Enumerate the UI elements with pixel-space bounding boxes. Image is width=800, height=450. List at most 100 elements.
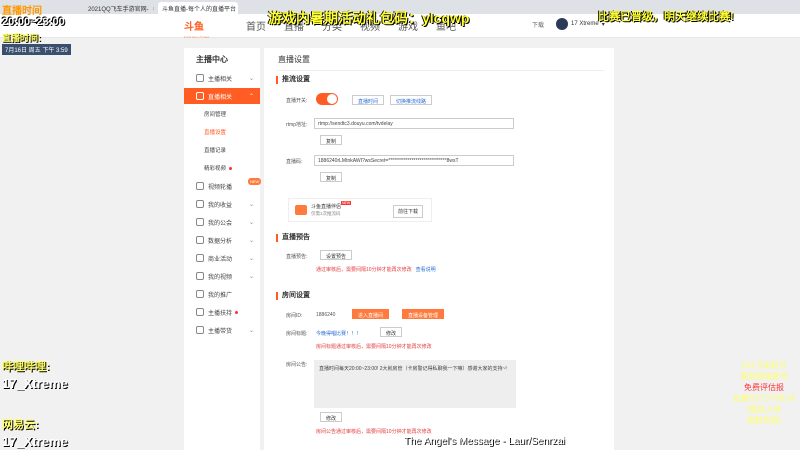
overlay-netease-value: 17_Xtreme [2,434,68,449]
page: 主播中心 主播相关 ⌄ 直播相关 ⌃ 房间管理 直播设置 直播记录 精彩视频 视频轮… [0,38,800,450]
overlay-live-time-label: 直播时间 [2,6,42,17]
sub-label: 精彩视频 [204,166,227,172]
sidebar-item-label: 视频轮播 [208,184,233,191]
copy-code-button[interactable]: 复制 [320,172,343,182]
copy-rtmp-button[interactable]: 复制 [320,135,343,145]
red-dot-icon [229,167,233,171]
overlay-bilibili-label: 哔哩哔哩: [2,361,50,373]
sidebar-item-analytics[interactable]: 数据分析 ⌄ [184,232,260,248]
tab-label: 斗鱼直播-每个人的直播平台 [162,7,236,13]
stream-code-label: 直播码: [286,159,303,165]
room-title-value: 今晚得唱比赛！！！ [316,331,362,337]
qq-line: 其他游戏账号 [740,372,788,381]
sidebar-title: 主播中心 [196,55,228,64]
download-link[interactable]: 下载 [532,20,544,29]
sidebar-sub-records[interactable]: 直播记录 [204,146,226,154]
overlay-race-status: 比赛已晋级，明天继续比赛! [598,11,734,23]
sidebar: 主播中心 主播相关 ⌄ 直播相关 ⌃ 房间管理 直播设置 直播记录 精彩视频 视频轮… [184,48,262,450]
sidebar-item-label: 直播相关 [208,94,233,101]
red-dot-icon [235,310,239,314]
sidebar-item-label: 我的推广 [208,292,233,299]
chevron-down-icon: ⌄ [248,201,254,208]
chart-icon [196,236,204,244]
chevron-down-icon: ⌄ [248,327,254,334]
sidebar-item-video-loop[interactable]: 视频轮播 NEW [184,178,262,194]
notice-note: 房间公告通过审核后，需要间隔10分钟才能再次修改 [316,429,432,435]
download-button[interactable]: 前往下载 [393,205,424,218]
section-push-title: 推流设置 [276,76,310,84]
companion-desc: 仅需1次推流码 [311,211,341,216]
live-toggle[interactable] [316,93,338,105]
sidebar-sub-room[interactable]: 房间管理 [204,110,226,118]
overlay-now-playing: The Angel's Message - Laur/Senrzai [404,436,565,447]
wallet-icon [196,200,204,208]
edit-notice-button[interactable]: 修改 [320,412,343,422]
sidebar-item-label: 主播相关 [208,76,233,83]
qq-line: 加群咨询) [746,416,782,425]
overlay-netease-label: 网易云: [2,419,39,431]
overlay-gift-code: 游戏内暑期活动礼包码：ylcqwp [268,10,470,26]
sidebar-item-shop[interactable]: 主播带货 ⌄ [184,322,260,338]
companion-title: 斗鱼直播伴侣 [311,204,342,210]
browser-tab[interactable]: 2021QQ飞车手游官网- × [84,2,154,14]
switch-line-button[interactable]: 切换推流线路 [390,95,433,105]
room-id-value: 1886240 [316,312,336,318]
chevron-down-icon: ⌄ [248,219,254,226]
avatar [556,18,568,30]
overlay-date: 7月16日 周五 下午 3:59 [2,44,71,55]
sidebar-item-support[interactable]: 主播扶持 [184,304,260,320]
notice-label: 房间公告: [286,362,308,368]
sidebar-item-live[interactable]: 直播相关 ⌃ [184,88,260,104]
chevron-down-icon: ⌄ [248,75,254,82]
companion-app-card: 斗鱼直播伴侣 NEW 仅需1次推流码 前往下载 [288,198,432,222]
camera-icon [295,205,307,215]
sidebar-item-promote[interactable]: 我的推广 [184,286,260,302]
guild-icon [196,218,204,226]
sidebar-item-label: 主播扶持 [208,310,233,317]
qq-line: 扣群557378924 [733,394,795,403]
close-icon[interactable]: × [153,7,154,13]
sidebar-item-my-videos[interactable]: 我的视频 ⌄ [184,268,260,284]
section-preview-title: 直播预告 [276,234,310,242]
rtmp-address-field[interactable]: rtmp://sendtc3.douyu.com/tvdelay [314,118,514,129]
shop-icon [196,326,204,334]
view-help-link[interactable]: 查看说明 [416,267,436,273]
video-icon [196,182,204,190]
browser-tab-active[interactable]: 斗鱼直播-每个人的直播平台× [158,2,238,14]
set-preview-button[interactable]: 设置预告 [320,250,353,260]
notice-textarea[interactable]: 直播时间每天20:00~23:00! 2大就房管（卡房警记得私聊我一下嘛）感谢大… [314,360,516,408]
sidebar-item-label: 主播带货 [208,328,233,335]
douyu-logo[interactable]: 斗鱼 DOUYU.COM [184,17,224,40]
enter-room-button[interactable]: 进入直播间 [352,309,390,319]
edit-title-button[interactable]: 修改 [380,327,403,337]
live-time-button[interactable]: 直播时间 [352,95,385,105]
sidebar-item-label: 商业活动 [208,256,233,263]
username: 17 Xtreme [571,21,599,27]
sidebar-sub-settings[interactable]: 直播设置 [204,128,226,136]
new-badge: NEW [248,178,262,185]
title-note: 房间标题通过审核后，需要间隔10分钟才能再次修改 [316,344,432,350]
room-title-label: 房间标题: [286,331,308,337]
device-manage-button[interactable]: 直播设备管理 [402,309,445,319]
stream-code-field[interactable]: 1886240rLMtnkAWI?wsSecret=**************… [314,155,514,166]
chevron-down-icon: ⌄ [248,255,254,262]
sidebar-item-income[interactable]: 我的收益 ⌄ [184,196,260,212]
sidebar-item-label: 我的视频 [208,274,233,281]
sidebar-item-anchor[interactable]: 主播相关 ⌄ [184,70,260,86]
nav-home[interactable]: 首页 [246,18,266,33]
business-icon [196,254,204,262]
overlay-time-range: 20:00~23:00 [2,16,65,28]
qq-line: 免费评估报 [744,383,784,392]
sidebar-item-guild[interactable]: 我的公会 ⌄ [184,214,260,230]
tab-label: 2021QQ飞车手游官网- [88,7,149,13]
mic-icon [196,74,204,82]
preview-label: 直播预告: [286,254,308,260]
logo-text: 斗鱼 [184,22,204,33]
film-icon [196,272,204,280]
sidebar-sub-highlights[interactable]: 精彩视频 [204,164,233,172]
section-room-title: 房间设置 [276,292,310,300]
divider [278,70,604,71]
sidebar-item-label: 我的收益 [208,202,233,209]
sidebar-item-business[interactable]: 商业活动 ⌄ [184,250,260,266]
preview-note: 通过审核后，需要间隔10分钟才能再次修改 查看说明 [316,266,436,273]
